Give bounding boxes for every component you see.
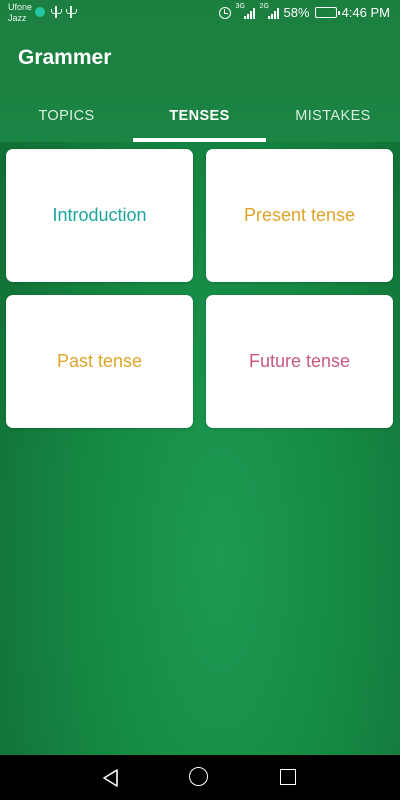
status-left-icons (35, 6, 77, 18)
app-title: Grammer (18, 46, 112, 69)
app-screen: Ufone Jazz 3G 2G 58% 4:46 PM Grammer TOP… (0, 0, 400, 800)
network-type-label: 3G (235, 2, 245, 10)
status-bar: Ufone Jazz 3G 2G 58% 4:46 PM (0, 0, 400, 28)
card-introduction[interactable]: Introduction (6, 149, 193, 282)
recent-apps-icon[interactable] (280, 769, 296, 785)
card-past-tense[interactable]: Past tense (6, 295, 193, 428)
card-label: Present tense (243, 205, 356, 225)
tab-mistakes[interactable]: MISTAKES (266, 96, 400, 142)
battery-percent: 58% (283, 5, 310, 20)
usb-icon (66, 6, 77, 18)
card-label: Past tense (56, 351, 143, 371)
alarm-icon (218, 6, 231, 19)
signal-icon: 2G (260, 3, 279, 19)
tenses-grid: Introduction Present tense Past tense Fu… (6, 149, 394, 428)
carrier-name-2: Jazz (8, 13, 27, 23)
navigation-bar (0, 755, 400, 800)
status-right: 3G 2G 58% 4:46 PM (218, 3, 390, 20)
card-label: Introduction (52, 205, 147, 225)
clock: 4:46 PM (341, 5, 390, 20)
carrier-name-1: Ufone (8, 2, 33, 12)
network-type-label: 2G (259, 2, 269, 10)
tab-bar: TOPICS TENSES MISTAKES (0, 96, 400, 142)
battery-icon (314, 7, 340, 18)
card-label: Future tense (248, 351, 351, 371)
app-bar: Ufone Jazz 3G 2G 58% 4:46 PM Grammer TOP… (0, 0, 400, 142)
card-present-tense[interactable]: Present tense (206, 149, 393, 282)
carrier-info: Ufone Jazz (8, 2, 32, 24)
tab-topics[interactable]: TOPICS (0, 96, 133, 142)
home-icon[interactable] (189, 767, 208, 786)
signal-icon: 3G (236, 3, 255, 19)
back-icon[interactable] (101, 768, 121, 788)
card-future-tense[interactable]: Future tense (206, 295, 393, 428)
notification-dot-icon (35, 7, 45, 17)
usb-icon (51, 6, 62, 18)
tab-tenses[interactable]: TENSES (133, 96, 266, 142)
